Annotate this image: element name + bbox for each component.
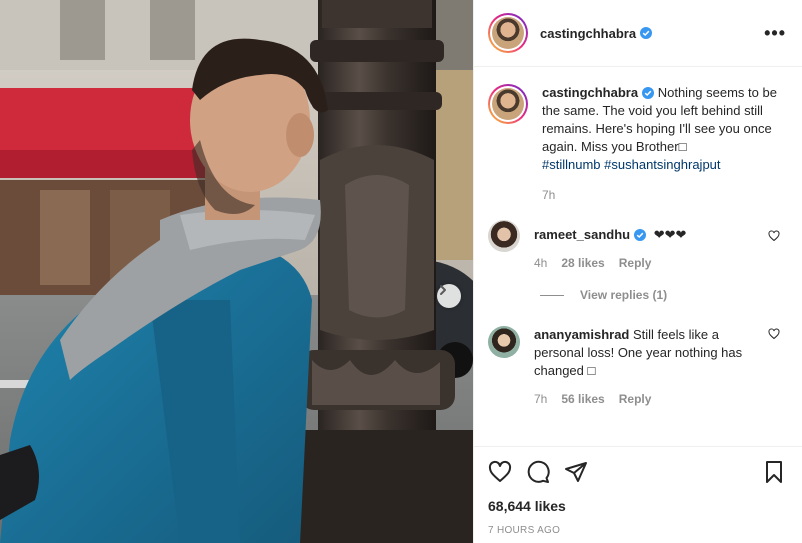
post-header: castingchhabra ••• <box>474 0 802 67</box>
hashtag-link[interactable]: #sushantsinghrajput <box>604 157 720 172</box>
comment-meta: 7h 56 likes Reply <box>534 392 744 406</box>
caption: castingchhabra Nothing seems to be the s… <box>488 84 786 202</box>
caption-meta: 7h <box>542 188 778 202</box>
view-replies-button[interactable]: View replies (1) <box>540 288 786 302</box>
likes-count[interactable]: 68,644 likes <box>488 498 786 514</box>
replies-divider <box>540 294 564 296</box>
comment-likes[interactable]: 56 likes <box>561 392 604 406</box>
comment-body: rameet_sandhu ❤❤❤ <box>534 226 754 244</box>
verified-badge-icon <box>634 229 647 241</box>
caption-text-block: castingchhabra Nothing seems to be the s… <box>542 84 778 174</box>
comment-icon[interactable] <box>526 460 550 484</box>
comment-likes[interactable]: 28 likes <box>561 256 604 270</box>
post-side-panel: castingchhabra ••• castingchhabra Nothin… <box>473 0 802 543</box>
comment-item: rameet_sandhu ❤❤❤ 4h 28 likes Reply <box>488 220 786 270</box>
comment-meta: 4h 28 likes Reply <box>534 256 754 270</box>
post-photo[interactable] <box>0 0 473 543</box>
paper-plane-icon[interactable] <box>564 460 588 484</box>
comment-time[interactable]: 7h <box>534 392 547 406</box>
post-actions: 68,644 likes 7 HOURS AGO <box>474 446 802 536</box>
hashtag-link[interactable]: #stillnumb <box>542 157 601 172</box>
commenter-avatar[interactable] <box>488 326 520 358</box>
photo-illustration <box>0 0 473 543</box>
heart-icon[interactable] <box>768 328 780 340</box>
commenter-avatar[interactable] <box>488 220 520 252</box>
comment-time[interactable]: 4h <box>534 256 547 270</box>
caption-username[interactable]: castingchhabra <box>542 85 638 100</box>
comment-username[interactable]: rameet_sandhu <box>534 227 630 242</box>
author-username[interactable]: castingchhabra <box>540 26 636 41</box>
author-info: castingchhabra <box>540 26 653 41</box>
instagram-post: castingchhabra ••• castingchhabra Nothin… <box>0 0 802 543</box>
heart-icon[interactable] <box>768 230 780 242</box>
reply-button[interactable]: Reply <box>619 256 652 270</box>
verified-badge-icon <box>642 87 655 99</box>
chevron-right-icon <box>440 285 446 295</box>
post-timestamp[interactable]: 7 HOURS AGO <box>488 525 786 536</box>
caption-author-avatar[interactable] <box>488 84 528 124</box>
more-options-button[interactable]: ••• <box>764 23 786 44</box>
comment-username[interactable]: ananyamishrad <box>534 327 629 342</box>
view-replies-label: View replies (1) <box>580 288 668 302</box>
next-photo-button[interactable] <box>437 284 461 308</box>
verified-badge-icon <box>640 27 653 39</box>
bookmark-icon[interactable] <box>762 460 786 484</box>
reply-button[interactable]: Reply <box>619 392 652 406</box>
comment-item: ananyamishrad Still feels like a persona… <box>488 326 786 406</box>
comment-body: ananyamishrad Still feels like a persona… <box>534 326 744 380</box>
caption-time[interactable]: 7h <box>542 188 555 202</box>
action-icons <box>488 457 786 487</box>
comments-section: castingchhabra Nothing seems to be the s… <box>474 68 802 446</box>
heart-icon[interactable] <box>488 460 512 484</box>
comment-text: ❤❤❤ <box>653 227 687 242</box>
author-avatar[interactable] <box>488 13 528 53</box>
